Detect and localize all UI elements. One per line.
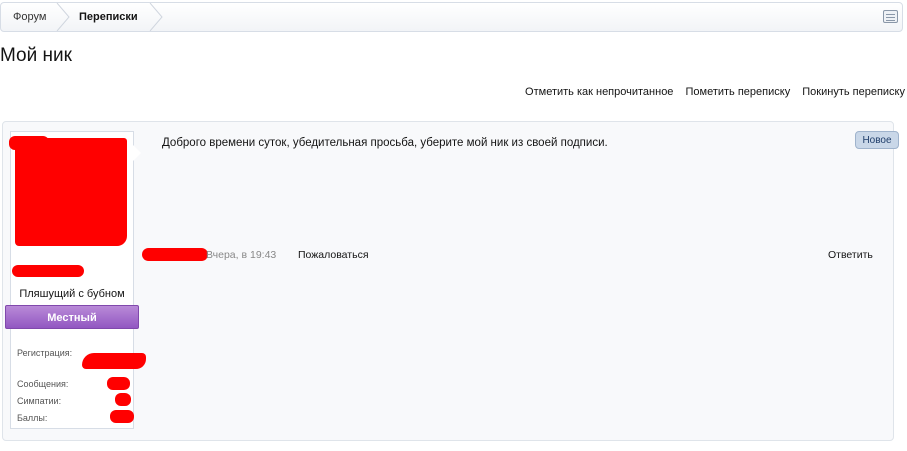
registration-redaction — [82, 353, 146, 369]
breadcrumb-separator-icon — [56, 3, 70, 31]
points-redaction — [110, 410, 134, 423]
avatar-redaction — [15, 138, 127, 246]
messages-label: Сообщения: — [17, 379, 69, 389]
avatar[interactable] — [9, 134, 129, 250]
message-arrow — [133, 145, 141, 161]
new-badge: Новое — [855, 131, 899, 149]
mark-unread-link[interactable]: Отметить как непрочитанное — [525, 86, 673, 98]
likes-label: Симпатии: — [17, 396, 62, 406]
breadcrumb: Форум Переписки — [0, 2, 903, 32]
messages-redaction — [107, 377, 130, 390]
mark-conversation-link[interactable]: Пометить переписку — [686, 86, 791, 98]
breadcrumb-item-forum[interactable]: Форум — [13, 3, 46, 31]
message-date[interactable]: Вчера, в 19:43 — [206, 249, 276, 261]
conversation-actions: Отметить как непрочитанное Пометить пере… — [516, 86, 905, 98]
message-container — [2, 121, 894, 441]
breadcrumb-separator-icon — [149, 3, 163, 31]
avatar-redaction — [9, 136, 49, 150]
author-redaction — [142, 248, 208, 261]
report-link[interactable]: Пожаловаться — [298, 249, 369, 261]
likes-redaction — [115, 393, 131, 406]
message-text: Доброго времени суток, убедительная прос… — [162, 137, 608, 149]
reply-link[interactable]: Ответить — [828, 249, 873, 261]
username-redaction — [12, 265, 84, 277]
jump-menu-icon[interactable] — [883, 10, 898, 23]
points-label: Баллы: — [17, 413, 48, 423]
user-banner: Местный — [5, 305, 139, 329]
leave-conversation-link[interactable]: Покинуть переписку — [802, 86, 905, 98]
page-title: Мой ник — [0, 45, 72, 66]
breadcrumb-item-conversations[interactable]: Переписки — [79, 3, 138, 31]
user-title: Пляшущий с бубном — [19, 288, 125, 300]
registration-label: Регистрация: — [17, 348, 73, 358]
